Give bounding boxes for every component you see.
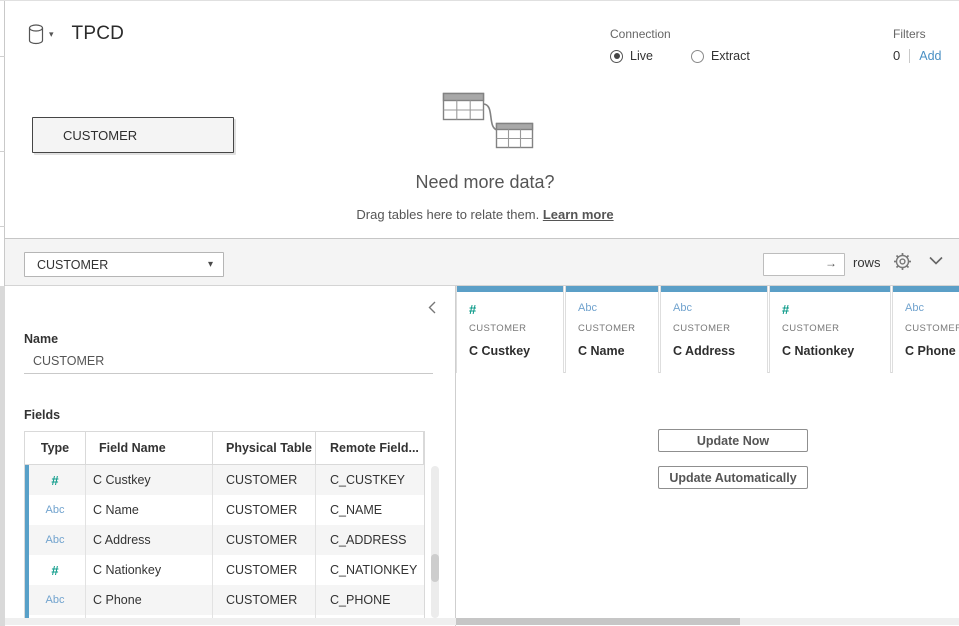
- fields-table-vertical-scrollbar[interactable]: [431, 466, 439, 618]
- data-grid-column-c-phone[interactable]: Abc CUSTOMER C Phone: [892, 286, 959, 373]
- chevron-down-icon: ▾: [208, 259, 213, 270]
- table-details-panel: Name CUSTOMER Fields Type Field Name Phy…: [5, 286, 456, 626]
- divider: [909, 49, 910, 63]
- fields-table-header: Type Field Name Physical Table Remote Fi…: [25, 432, 424, 465]
- table-row[interactable]: Abc C Name CUSTOMER C_NAME: [25, 495, 424, 525]
- column-header-remote-field[interactable]: Remote Field...: [316, 432, 424, 464]
- fields-table: Type Field Name Physical Table Remote Fi…: [24, 431, 425, 621]
- column-accent-bar: [893, 286, 959, 292]
- table-row[interactable]: Abc C Phone CUSTOMER C_PHONE: [25, 585, 424, 615]
- number-type-icon: #: [469, 302, 476, 317]
- table-select-dropdown[interactable]: CUSTOMER ▾: [24, 252, 224, 277]
- update-automatically-button[interactable]: Update Automatically: [658, 466, 808, 489]
- string-type-icon: Abc: [25, 495, 86, 525]
- column-header-field-name[interactable]: Field Name: [86, 432, 213, 464]
- number-type-icon: #: [25, 555, 86, 585]
- data-grid-column-c-custkey[interactable]: # CUSTOMER C Custkey: [456, 286, 564, 373]
- update-now-button[interactable]: Update Now: [658, 429, 808, 452]
- empty-state-hint: Drag tables here to relate them. Learn m…: [260, 207, 710, 222]
- column-accent-bar: [770, 286, 890, 292]
- horizontal-scrollbar[interactable]: [5, 618, 959, 625]
- string-type-icon: Abc: [578, 302, 597, 314]
- table-row[interactable]: # C Custkey CUSTOMER C_CUSTKEY: [25, 465, 424, 495]
- filters-section: Filters 0 Add: [893, 27, 941, 63]
- fields-label: Fields: [24, 408, 60, 422]
- column-accent-bar: [457, 286, 563, 292]
- column-header-physical-table[interactable]: Physical Table: [213, 432, 316, 464]
- radio-selected-icon: [610, 50, 623, 63]
- connection-extract-radio[interactable]: Extract: [691, 49, 750, 63]
- string-type-icon: Abc: [25, 525, 86, 555]
- rows-label: rows: [853, 255, 880, 270]
- string-type-icon: Abc: [905, 302, 924, 314]
- relationship-canvas: ▾ TPCD Connection Live Extract Filters 0: [5, 1, 959, 239]
- data-grid-column-c-address[interactable]: Abc CUSTOMER C Address: [660, 286, 768, 373]
- string-type-icon: Abc: [673, 302, 692, 314]
- empty-state-title: Need more data?: [260, 172, 710, 193]
- preview-toolbar: CUSTOMER ▾ → rows: [5, 239, 959, 286]
- filters-add-link[interactable]: Add: [919, 49, 941, 63]
- data-grid-column-c-name[interactable]: Abc CUSTOMER C Name: [565, 286, 659, 373]
- radio-unselected-icon: [691, 50, 704, 63]
- number-type-icon: #: [25, 465, 86, 495]
- collapse-panel-icon[interactable]: [428, 301, 440, 315]
- connection-label: Connection: [610, 27, 788, 41]
- column-header-type[interactable]: Type: [25, 432, 86, 464]
- column-accent-bar: [661, 286, 767, 292]
- data-source-page: ▾ TPCD Connection Live Extract Filters 0: [0, 0, 959, 626]
- connection-live-radio[interactable]: Live: [610, 49, 653, 63]
- gear-icon[interactable]: [893, 252, 915, 274]
- database-icon[interactable]: [27, 24, 45, 45]
- connection-section: Connection Live Extract: [610, 27, 788, 63]
- table-row[interactable]: Abc C Address CUSTOMER C_ADDRESS: [25, 525, 424, 555]
- selected-rows-accent-bar: [25, 465, 29, 620]
- filters-count: 0: [893, 48, 900, 63]
- string-type-icon: Abc: [25, 585, 86, 615]
- table-row[interactable]: # C Nationkey CUSTOMER C_NATIONKEY: [25, 555, 424, 585]
- scrollbar-thumb[interactable]: [456, 618, 740, 625]
- data-grid-panel: # CUSTOMER C Custkey Abc CUSTOMER C Name…: [456, 286, 959, 626]
- logical-table-node-customer[interactable]: CUSTOMER: [32, 117, 234, 153]
- data-grid-header-row: # CUSTOMER C Custkey Abc CUSTOMER C Name…: [456, 286, 959, 373]
- database-dropdown-caret-icon[interactable]: ▾: [49, 29, 54, 40]
- filters-label: Filters: [893, 27, 941, 41]
- canvas-empty-state: Need more data? Drag tables here to rela…: [260, 91, 710, 222]
- name-label: Name: [24, 332, 58, 346]
- datasource-title[interactable]: TPCD: [72, 23, 125, 45]
- collapse-preview-chevron-icon[interactable]: [929, 256, 945, 268]
- scrollbar-thumb[interactable]: [431, 554, 439, 582]
- column-accent-bar: [566, 286, 658, 292]
- data-grid-column-c-nationkey[interactable]: # CUSTOMER C Nationkey: [769, 286, 891, 373]
- rows-count-input[interactable]: [763, 253, 845, 276]
- related-tables-icon: [435, 91, 535, 153]
- learn-more-link[interactable]: Learn more: [543, 207, 614, 222]
- number-type-icon: #: [782, 302, 789, 317]
- table-name-field[interactable]: CUSTOMER: [24, 349, 433, 374]
